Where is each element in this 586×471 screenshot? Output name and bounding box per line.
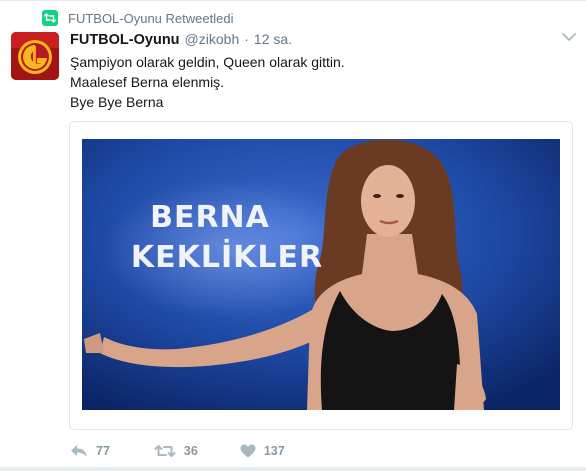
retweet-button[interactable]: 36: [154, 444, 198, 458]
retweet-context-label[interactable]: FUTBOL-Oyunu Retweetledi: [68, 11, 233, 26]
media-image[interactable]: BERNA KEKLİKLER: [82, 139, 560, 410]
like-count: 137: [263, 444, 285, 458]
galatasaray-logo-icon: [11, 32, 59, 80]
retweet-count: 36: [183, 444, 198, 458]
tweet-text-line: Bye Bye Berna: [70, 94, 164, 110]
tweet-text: Şampiyon olarak geldin, Queen olarak git…: [70, 52, 345, 112]
like-button[interactable]: 137: [240, 444, 285, 458]
heart-icon: [240, 444, 256, 458]
tweet-actions: 77 36 137: [70, 441, 285, 461]
separator-dot: ·: [244, 31, 249, 47]
tweet-header: FUTBOL-Oyunu @zikobh · 12 sa.: [70, 31, 292, 51]
reply-button[interactable]: 77: [70, 444, 110, 458]
overlay-text-line2: KEKLİKLER: [131, 239, 323, 275]
tweet-text-line: Şampiyon olarak geldin, Queen olarak git…: [70, 54, 345, 70]
overlay-text-line1: BERNA: [150, 200, 270, 235]
bottom-divider: [0, 467, 586, 471]
user-handle[interactable]: @zikobh: [185, 31, 240, 47]
reply-count: 77: [96, 444, 110, 458]
retweet-icon: [154, 445, 176, 457]
retweet-context: FUTBOL-Oyunu Retweetledi: [42, 9, 233, 27]
top-divider: [0, 0, 586, 1]
avatar[interactable]: [11, 32, 59, 80]
tweet-text-line: Maalesef Berna elenmiş.: [70, 74, 225, 90]
chevron-down-icon[interactable]: [560, 30, 578, 44]
reply-icon: [71, 445, 87, 457]
timestamp[interactable]: 12 sa.: [254, 31, 292, 47]
retweet-icon: [42, 10, 58, 26]
display-name[interactable]: FUTBOL-Oyunu: [70, 32, 180, 48]
